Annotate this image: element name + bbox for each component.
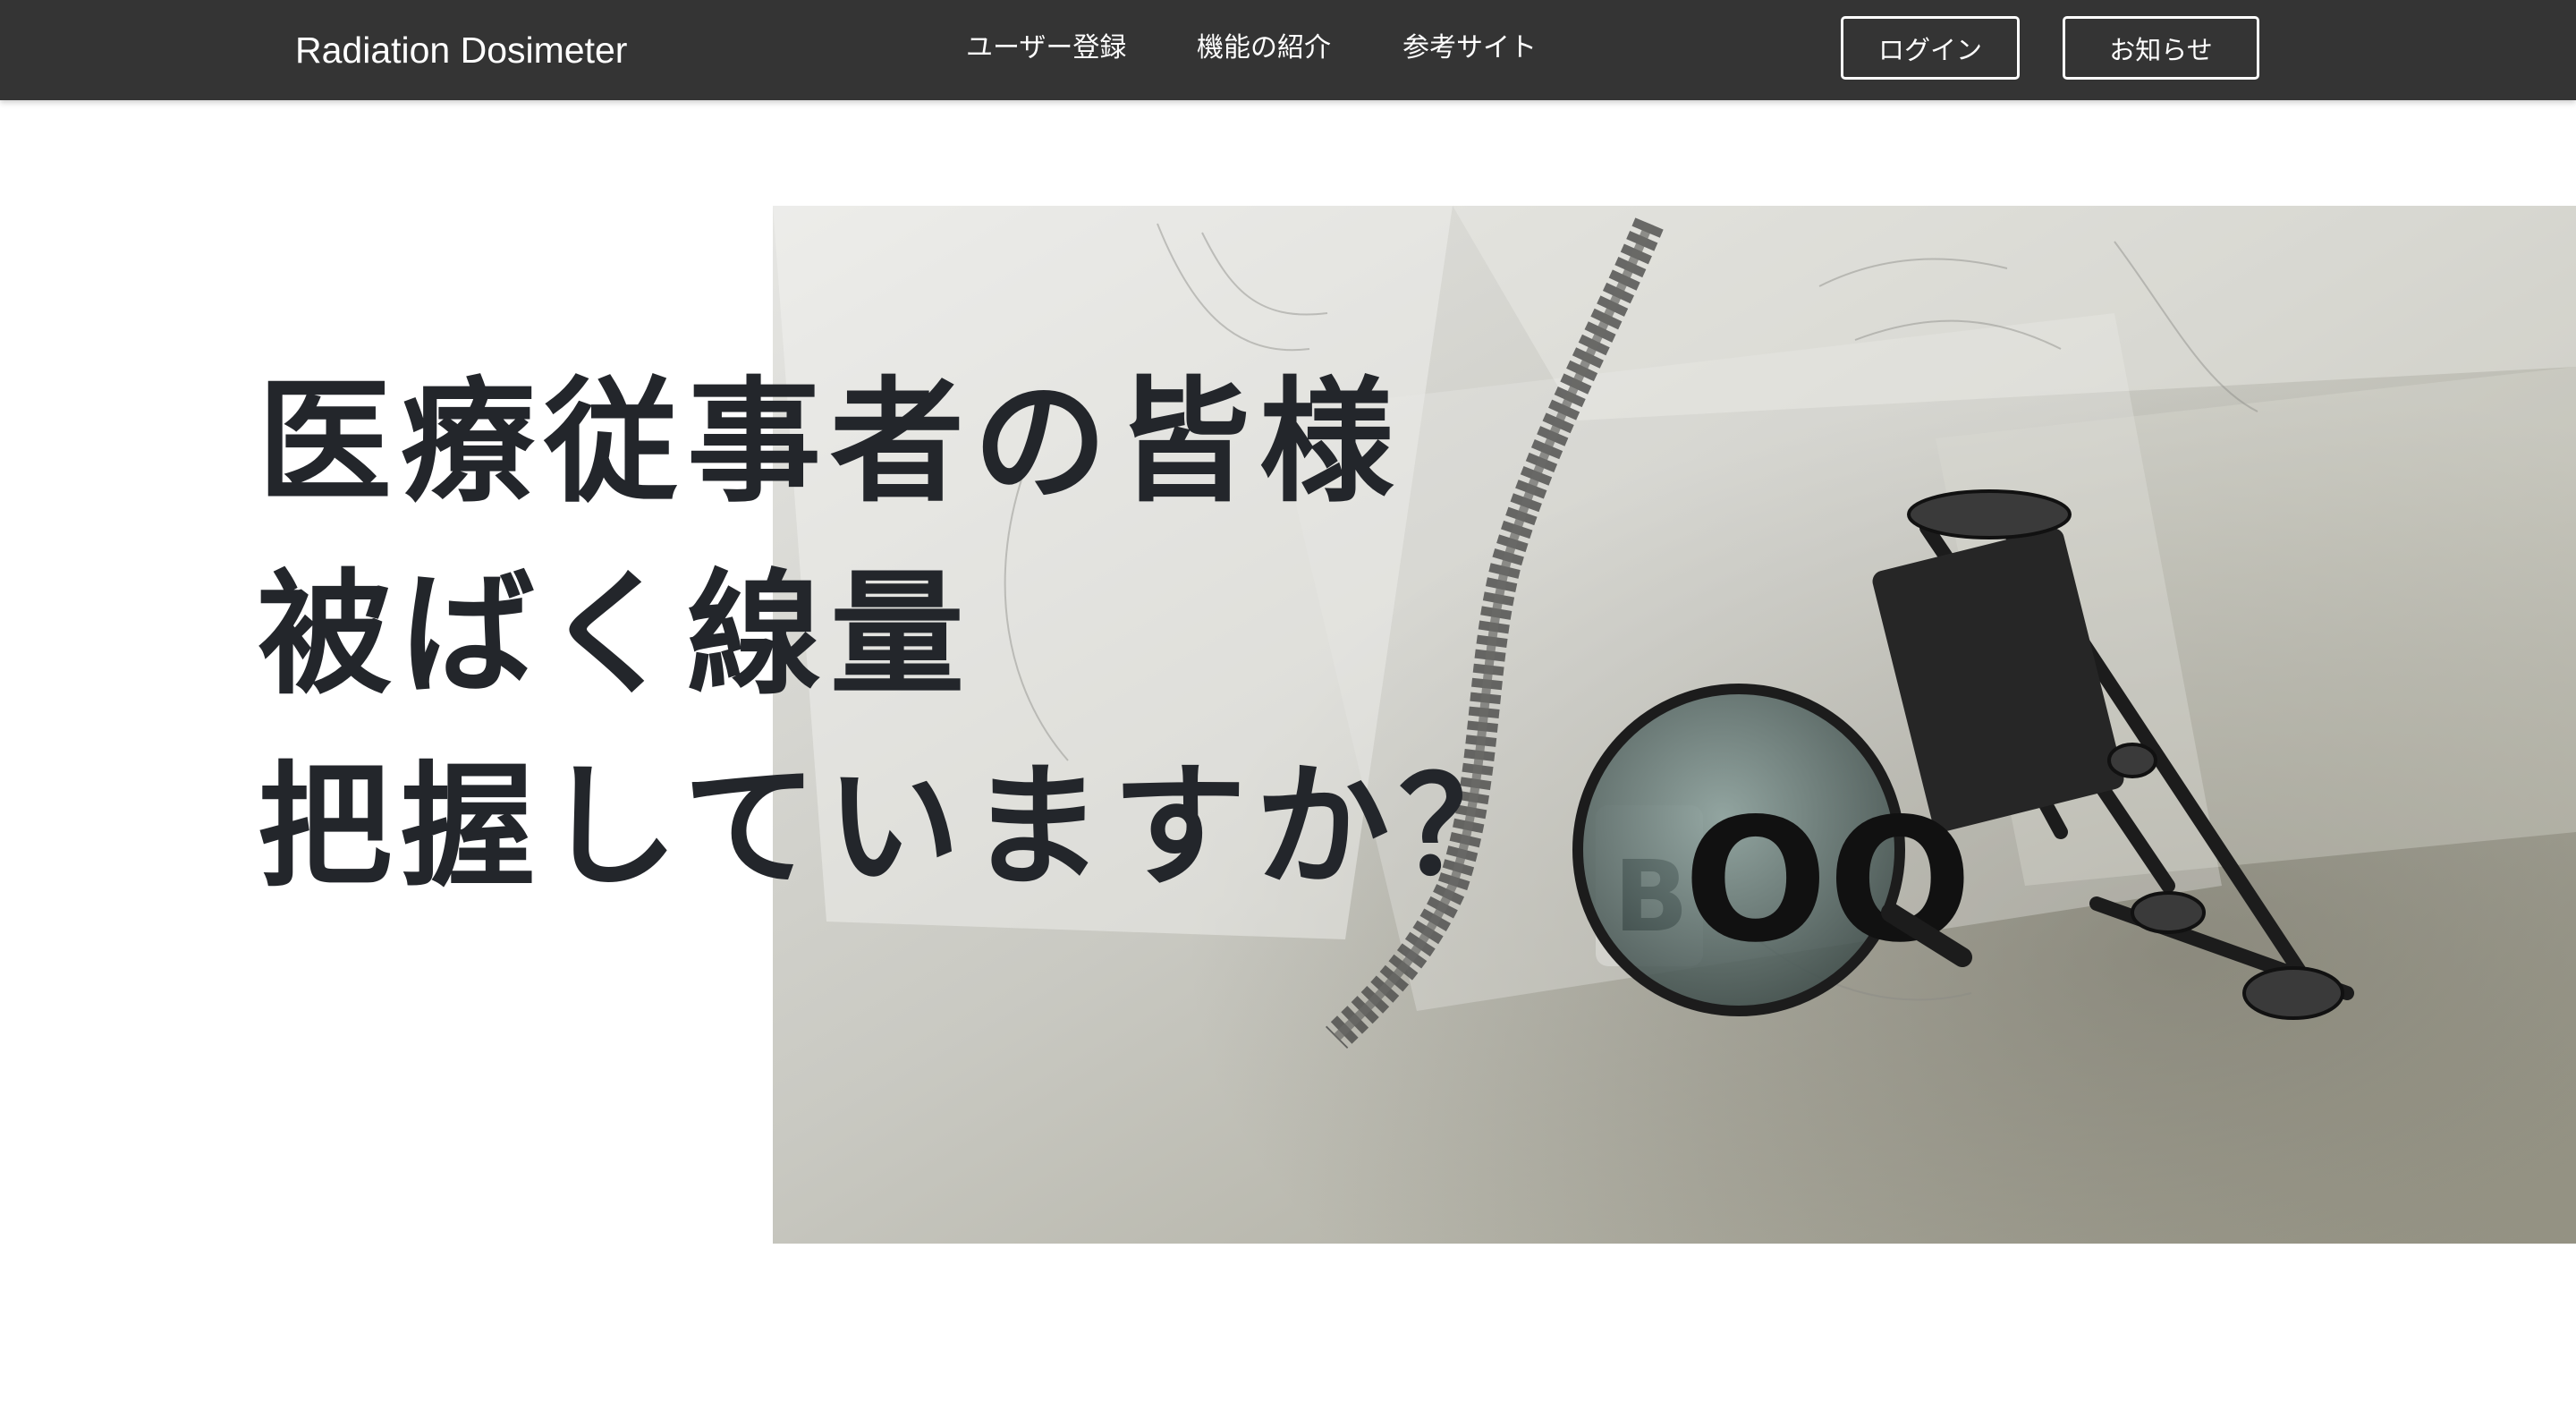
- news-button[interactable]: お知らせ: [2063, 16, 2259, 80]
- nav-link-user-registration[interactable]: ユーザー登録: [966, 25, 1126, 72]
- nav-link-features[interactable]: 機能の紹介: [1197, 25, 1331, 72]
- hero-headline-line-3: 把握していますか？: [258, 750, 1542, 905]
- nav-link-reference-sites[interactable]: 参考サイト: [1402, 25, 1537, 72]
- login-button[interactable]: ログイン: [1841, 16, 2020, 80]
- top-navbar: Radiation Dosimeter ユーザー登録 機能の紹介 参考サイト ロ…: [0, 0, 2576, 100]
- hero-headline-line-1: 医療従事者の皆様: [258, 365, 1403, 521]
- brand-logo[interactable]: Radiation Dosimeter: [295, 23, 627, 77]
- hero-image: B OO: [773, 206, 2576, 1244]
- magnified-letters: OO: [1683, 782, 1972, 980]
- hero-headline-line-2: 被ばく線量: [258, 557, 974, 713]
